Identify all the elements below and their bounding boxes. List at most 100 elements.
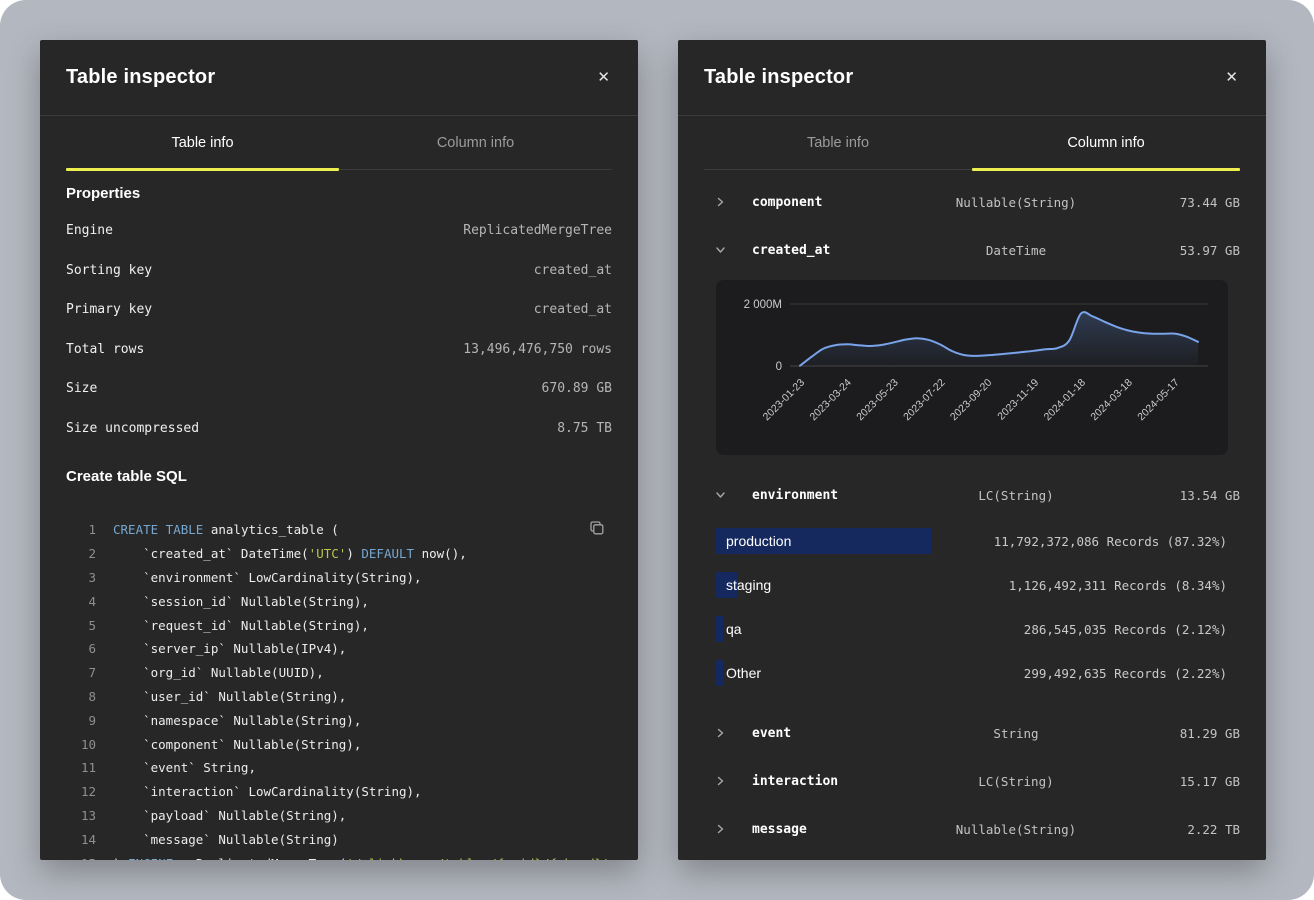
sql-line-text: `interaction` LowCardinality(String),: [113, 784, 422, 799]
breakdown-label: staging: [716, 577, 771, 593]
sql-code-block: 1 CREATE TABLE analytics_table ( 2 `create…: [66, 518, 612, 860]
breakdown-row-qa[interactable]: qa286,545,035 Records (2.12%): [716, 607, 1227, 651]
breakdown-records: 299,492,635 Records (2.22%): [1024, 666, 1227, 681]
breakdown-row-staging[interactable]: staging1,126,492,311 Records (8.34%): [716, 563, 1227, 607]
property-row: Size uncompressed8.75 TB: [66, 409, 612, 449]
property-row: Size 670.89 GB: [66, 369, 612, 409]
property-row: EngineReplicatedMergeTree: [66, 211, 612, 251]
tab-column-info[interactable]: Column info: [339, 116, 612, 169]
breakdown-records: 286,545,035 Records (2.12%): [1024, 622, 1227, 637]
column-type: String: [912, 726, 1120, 741]
modal-header: Table inspector ✕: [40, 40, 638, 116]
line-number: 10: [66, 737, 96, 752]
property-label: Sorting key: [66, 263, 152, 278]
line-number: 13: [66, 808, 96, 823]
line-number: 15: [66, 856, 96, 860]
copy-icon[interactable]: [585, 516, 608, 542]
sql-line-text: `event` String,: [113, 760, 256, 775]
line-number: 9: [66, 713, 96, 728]
x-axis-label: 2023-07-22: [901, 377, 948, 424]
property-label: Primary key: [66, 302, 152, 317]
y-axis-label-zero: 0: [776, 361, 782, 373]
breakdown-row-other[interactable]: Other 299,492,635 Records (2.22%): [716, 651, 1227, 695]
column-row-interaction[interactable]: interactionLC(String)15.17 GB: [704, 757, 1240, 805]
chevron-down-icon: [704, 244, 752, 256]
column-row-message[interactable]: messageNullable(String)2.22 TB: [704, 805, 1240, 853]
sql-line-text: `user_id` Nullable(String),: [113, 689, 346, 704]
sql-line-text: ) ENGINE = ReplicatedMergeTree('/clickho…: [113, 856, 617, 860]
sql-line-text: `component` Nullable(String),: [113, 737, 361, 752]
sql-line-text: `namespace` Nullable(String),: [113, 713, 361, 728]
breakdown-row-production[interactable]: production 11,792,372,086 Records (87.32%…: [716, 519, 1227, 563]
column-size: 13.54 GB: [1120, 488, 1240, 503]
chevron-right-icon: [704, 823, 752, 835]
property-value: created_at: [534, 263, 612, 278]
sql-line: 4 `session_id` Nullable(String),: [66, 589, 612, 613]
properties-list: EngineReplicatedMergeTree Sorting key crea…: [66, 211, 612, 448]
property-label: Total rows: [66, 342, 144, 357]
breakdown-label: Other: [716, 665, 761, 681]
sql-line: 8 `user_id` Nullable(String),: [66, 685, 612, 709]
column-name: interaction: [752, 774, 912, 789]
sql-line-text: `org_id` Nullable(UUID),: [113, 665, 324, 680]
property-value: created_at: [534, 302, 612, 317]
column-size: 53.97 GB: [1120, 243, 1240, 258]
column-row-event[interactable]: eventString81.29 GB: [704, 709, 1240, 757]
property-label: Size: [66, 381, 97, 396]
sql-line: 5 `request_id` Nullable(String),: [66, 613, 612, 637]
sql-line-text: CREATE TABLE analytics_table (: [113, 522, 339, 537]
sql-line-text: `message` Nullable(String): [113, 832, 339, 847]
breakdown-records: 11,792,372,086 Records (87.32%): [994, 534, 1227, 549]
sql-line-text: `server_ip` Nullable(IPv4),: [113, 641, 346, 656]
x-axis-label: 2023-09-20: [948, 377, 995, 424]
line-number: 7: [66, 665, 96, 680]
x-axis-label: 2023-01-23: [761, 377, 808, 424]
sql-line-text: `payload` Nullable(String),: [113, 808, 346, 823]
table-inspector-modal-left: Table inspector ✕ Table info Column info…: [40, 40, 638, 860]
column-name: event: [752, 726, 912, 741]
column-row-environment[interactable]: environmentLC(String)13.54 GB: [704, 471, 1240, 519]
sql-line: 13 `payload` Nullable(String),: [66, 804, 612, 828]
x-axis-label: 2023-03-24: [807, 377, 854, 424]
line-number: 1: [66, 522, 96, 537]
column-name: created_at: [752, 243, 912, 258]
column-name: environment: [752, 488, 912, 503]
sql-lines: 1 CREATE TABLE analytics_table ( 2 `create…: [66, 518, 612, 860]
close-icon[interactable]: ✕: [1225, 70, 1238, 85]
column-type: Nullable(String): [912, 195, 1120, 210]
tab-bar: Table info Column info: [66, 116, 612, 170]
breakdown-label: production: [716, 533, 791, 549]
line-number: 6: [66, 641, 96, 656]
close-icon[interactable]: ✕: [597, 70, 610, 85]
column-row-created_at[interactable]: created_atDateTime53.97 GB: [704, 226, 1240, 274]
environment-breakdown: production 11,792,372,086 Records (87.32%…: [716, 519, 1227, 695]
x-axis-label: 2024-03-18: [1088, 377, 1135, 424]
x-axis-label: 2024-01-18: [1042, 377, 1089, 424]
sql-line: 10 `component` Nullable(String),: [66, 732, 612, 756]
property-value: ReplicatedMergeTree: [463, 223, 612, 238]
sql-line: 2 `created_at` DateTime('UTC') DEFAULT n…: [66, 542, 612, 566]
sql-line: 7 `org_id` Nullable(UUID),: [66, 661, 612, 685]
sql-line: 6 `server_ip` Nullable(IPv4),: [66, 637, 612, 661]
sql-line-text: `request_id` Nullable(String),: [113, 618, 369, 633]
column-name: component: [752, 195, 912, 210]
sql-line-text: `created_at` DateTime('UTC') DEFAULT now…: [113, 546, 467, 561]
column-size: 73.44 GB: [1120, 195, 1240, 210]
column-type: DateTime: [912, 243, 1120, 258]
line-number: 2: [66, 546, 96, 561]
column-type: Nullable(String): [912, 822, 1120, 837]
sql-line-text: `environment` LowCardinality(String),: [113, 570, 422, 585]
tab-table-info[interactable]: Table info: [704, 116, 972, 169]
property-row: Primary key created_at: [66, 290, 612, 330]
chevron-right-icon: [704, 196, 752, 208]
property-value: 670.89 GB: [542, 381, 612, 396]
created-at-distribution-chart: 2 000M02023-01-232023-03-242023-05-23202…: [716, 280, 1228, 455]
properties-heading: Properties: [66, 185, 612, 202]
column-type: LC(String): [912, 774, 1120, 789]
x-axis-label: 2024-05-17: [1135, 377, 1182, 424]
tab-column-info[interactable]: Column info: [972, 116, 1240, 169]
property-row: Sorting key created_at: [66, 251, 612, 291]
line-number: 5: [66, 618, 96, 633]
column-row-component[interactable]: componentNullable(String)73.44 GB: [704, 178, 1240, 226]
tab-table-info[interactable]: Table info: [66, 116, 339, 169]
